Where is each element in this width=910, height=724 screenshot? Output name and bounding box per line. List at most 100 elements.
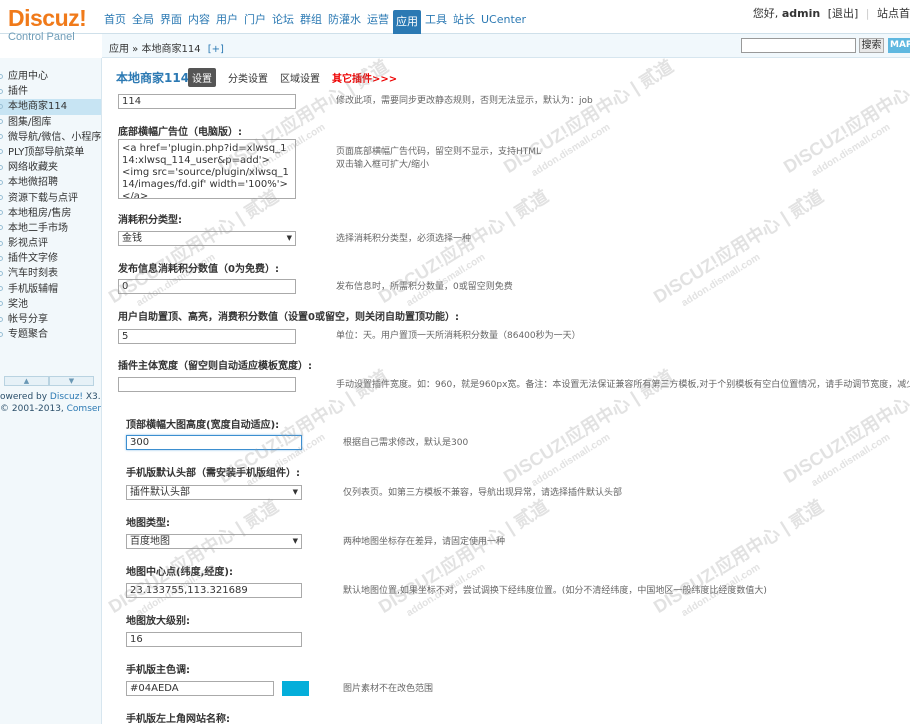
nav-item-4[interactable]: 用户 [214, 10, 240, 34]
dropdown-arrow-icon: ▼ [286, 234, 292, 242]
nav-item-0[interactable]: 首页 [102, 10, 128, 34]
site-home-link[interactable]: 站点首 [877, 7, 910, 20]
logo-text: Discuz! [8, 5, 87, 31]
footer-powered: owered by [0, 392, 50, 402]
sidebar-footer: owered by Discuz! X3.2 © 2001-2013, Coms… [0, 391, 101, 415]
bullet-icon [0, 240, 3, 246]
sidebar-item-11[interactable]: 影视点评 [0, 236, 101, 251]
dropdown-arrow-icon: ▼ [292, 537, 298, 545]
sidebar-item-12[interactable]: 插件文字修 [0, 251, 101, 266]
sidebar-item-10[interactable]: 本地二手市场 [0, 221, 101, 236]
bullet-icon [0, 270, 3, 276]
bullet-icon [0, 195, 3, 200]
top-nav: 首页 全局 界面 内容 用户 门户 论坛 群组 防灌水 运营 应用 工具 站长 UCenter [102, 10, 530, 34]
bullet-icon [0, 134, 3, 140]
nav-item-2[interactable]: 界面 [158, 10, 184, 34]
bullet-icon [0, 164, 3, 170]
sidebar-item-6[interactable]: 网络收藏夹 [0, 160, 101, 175]
search-button[interactable]: 搜索 [859, 38, 884, 53]
mobile-sitename-label: 手机版左上角网站名称: [126, 714, 230, 724]
nav-item-13[interactable]: UCenter [479, 10, 528, 34]
nav-item-6[interactable]: 论坛 [270, 10, 296, 34]
nav-item-7[interactable]: 群组 [298, 10, 324, 34]
bullet-icon [0, 255, 3, 261]
mobile-color-label: 手机版主色调: [126, 665, 190, 676]
sidebar-item-2[interactable]: 本地商家114 [0, 99, 101, 115]
banner-height-label: 顶部横幅大图高度(宽度自动适应): [126, 420, 280, 431]
sidebar-item-label: 图集/图库 [8, 116, 52, 128]
nav-item-12[interactable]: 站长 [451, 10, 477, 34]
credit-type-label: 消耗积分类型: [118, 215, 182, 226]
sidebar-item-9[interactable]: 本地租房/售房 [0, 206, 101, 221]
mobile-header-select[interactable]: 插件默认头部 ▼ [126, 485, 302, 500]
sidebar-item-label: 本地微招聘 [8, 177, 58, 189]
bullet-icon [0, 316, 3, 322]
scroll-up-icon[interactable]: ▲ [4, 376, 49, 386]
credit-type-value: 金钱 [122, 233, 142, 244]
bullet-icon [0, 103, 3, 109]
divider: | [865, 7, 870, 20]
sticky-cost-hint: 单位：天。用户置顶一天所消耗积分数量（86400秒为一天） [336, 331, 581, 341]
breadcrumb: 应用 » 本地商家114 [+] [109, 40, 224, 55]
sidebar-item-13[interactable]: 汽车时刻表 [0, 266, 101, 281]
user-bar: 您好, admin [退出] | 站点首 [753, 5, 910, 21]
bullet-icon [0, 210, 3, 216]
add-shortcut-link[interactable]: [+] [208, 44, 224, 55]
plugin-tab-0[interactable]: 设置 [188, 68, 216, 87]
sidebar-item-label: 专题聚合 [8, 329, 48, 341]
map-zoom-input[interactable]: 16 [126, 632, 302, 647]
nav-item-3[interactable]: 内容 [186, 10, 212, 34]
sidebar-item-7[interactable]: 本地微招聘 [0, 175, 101, 190]
color-swatch[interactable] [282, 681, 309, 696]
bullet-icon [0, 88, 3, 94]
sidebar-item-label: 应用中心 [8, 71, 48, 82]
width-hint: 手动设置插件宽度。如：960，就是960px宽。备注：本设置无法保证兼容所有第三… [336, 380, 910, 390]
sidebar-item-label: 本地二手市场 [8, 222, 68, 234]
mobile-header-value: 插件默认头部 [130, 487, 190, 498]
sidebar-item-1[interactable]: 插件 [0, 84, 101, 99]
bullet-icon [0, 301, 3, 307]
mobile-color-input[interactable]: #04AEDA [126, 681, 274, 696]
identifier-input[interactable]: 114 [118, 94, 296, 109]
plugin-tab-1[interactable]: 分类设置 [228, 70, 268, 85]
search-input[interactable] [741, 38, 856, 53]
logout-link[interactable]: [退出] [828, 7, 859, 20]
bullet-icon [0, 225, 3, 231]
sidebar-item-17[interactable]: 专题聚合 [0, 327, 101, 342]
bullet-icon [0, 179, 3, 185]
sidebar-item-16[interactable]: 帐号分享 [0, 312, 101, 327]
scroll-down-icon[interactable]: ▼ [49, 376, 94, 386]
sidebar-item-label: 帐号分享 [8, 314, 48, 325]
sidebar-item-4[interactable]: 微导航/微信、小程序、 [0, 130, 101, 145]
discuz-logo[interactable]: Discuz! Control Panel [8, 5, 87, 43]
sidebar-item-label: 本地租房/售房 [8, 207, 72, 219]
sidebar-item-0[interactable]: 应用中心 [0, 69, 101, 84]
footer-comsenz-link[interactable]: Comsenz Inc. [67, 404, 101, 414]
nav-item-5[interactable]: 门户 [242, 10, 268, 34]
footer-discuz-link[interactable]: Discuz! [50, 392, 83, 402]
sticky-cost-input[interactable]: 5 [118, 329, 296, 344]
nav-item-11[interactable]: 工具 [423, 10, 449, 34]
sidebar-item-label: 汽车时刻表 [8, 268, 58, 280]
bullet-icon [0, 149, 3, 155]
sidebar-item-8[interactable]: 资源下载与点评 [0, 191, 101, 206]
mobile-header-hint: 仅列表页。如第三方模板不兼容，导航出现异常，请选择插件默认头部 [343, 488, 623, 498]
width-input[interactable] [118, 377, 296, 392]
sidebar-item-15[interactable]: 奖池 [0, 297, 101, 312]
sidebar-item-label: 资源下载与点评 [8, 192, 78, 204]
nav-item-9[interactable]: 运营 [365, 10, 391, 34]
width-label: 插件主体宽度（留空则自动适应模板宽度）: [118, 361, 312, 372]
sidebar-item-3[interactable]: 图集/图库 [0, 115, 101, 130]
plugin-tab-2[interactable]: 区域设置 [280, 70, 320, 85]
nav-item-1[interactable]: 全局 [130, 10, 156, 34]
page-title: 本地商家114 [116, 71, 190, 85]
sidebar-item-label: 影视点评 [8, 238, 48, 250]
map-button[interactable]: MAP [888, 38, 910, 53]
sidebar-item-5[interactable]: PLY顶部导航菜单 [0, 145, 101, 160]
sidebar-scroll-controls: ▲ ▼ [4, 376, 94, 386]
nav-item-10[interactable]: 应用 [393, 10, 421, 34]
nav-item-8[interactable]: 防灌水 [326, 10, 363, 34]
banner-ad-label: 底部横幅广告位（电脑版）: [118, 127, 242, 138]
sidebar-item-14[interactable]: 手机版辅帽 [0, 282, 101, 297]
sidebar-item-label: PLY顶部导航菜单 [8, 146, 85, 158]
